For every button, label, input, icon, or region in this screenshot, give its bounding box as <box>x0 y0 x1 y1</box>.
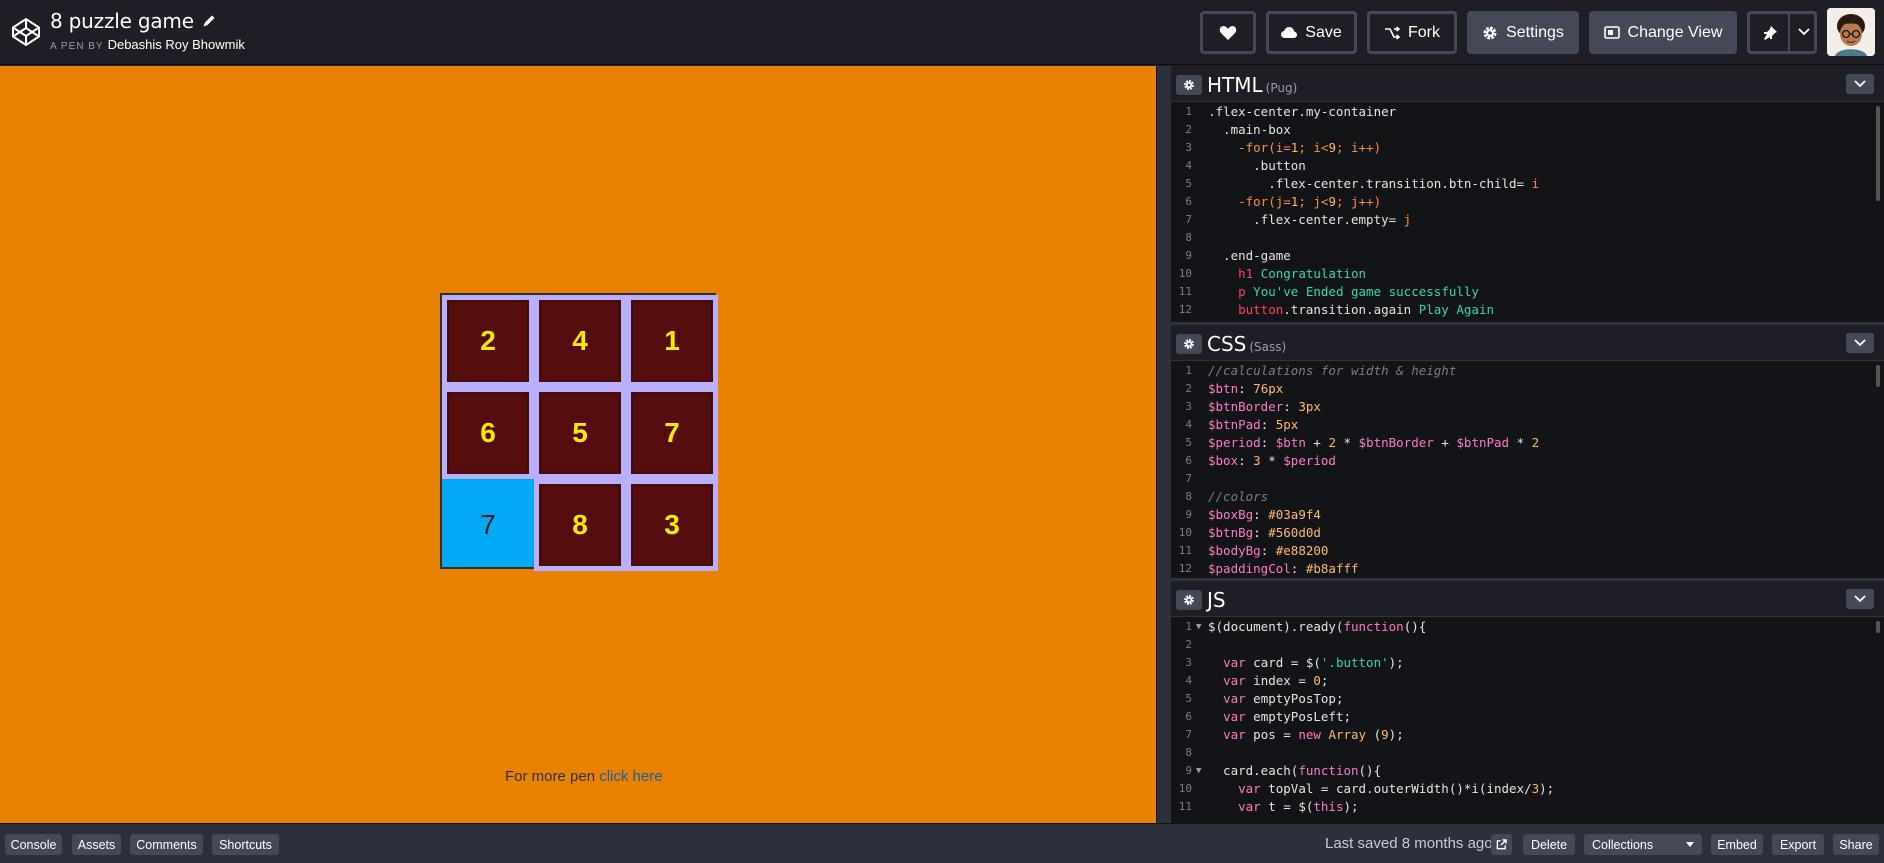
last-saved-text: Last saved 8 months ago <box>1325 835 1493 852</box>
fork-icon <box>1385 25 1400 40</box>
js-editor: JS 1 ▼ $(document).ready(function(){ 2 3 v… <box>1171 581 1884 823</box>
delete-button[interactable]: Delete <box>1523 834 1575 855</box>
puzzle-tile-number: 6 <box>447 392 529 474</box>
puzzle-tile[interactable]: 2 <box>442 295 534 387</box>
puzzle-empty-cell: 7 <box>480 509 496 540</box>
puzzle-tile-number: 2 <box>447 300 529 382</box>
change-view-button[interactable]: Change View <box>1589 11 1737 54</box>
chevron-down-icon <box>1854 80 1866 88</box>
embed-button[interactable]: Embed <box>1711 834 1763 855</box>
css-editor-menu-button[interactable] <box>1846 333 1874 353</box>
css-editor-preprocessor: (Sass) <box>1249 340 1287 354</box>
result-preview: 241657783 For more pen click here <box>0 66 1156 823</box>
layout-icon <box>1603 26 1620 39</box>
css-editor: CSS (Sass) 1//calculations for width & he… <box>1171 325 1884 578</box>
gear-icon <box>1184 339 1194 349</box>
chevron-down-icon <box>1854 339 1866 347</box>
open-external-button[interactable] <box>1491 834 1512 855</box>
puzzle-board: 241657783 <box>440 293 718 571</box>
gear-icon <box>1184 80 1194 90</box>
fork-label: Fork <box>1408 23 1440 41</box>
external-link-icon <box>1496 839 1507 850</box>
js-editor-title: JS <box>1207 588 1226 612</box>
preview-resize-handle[interactable] <box>1156 66 1171 823</box>
love-button[interactable] <box>1200 11 1256 54</box>
user-avatar[interactable] <box>1827 8 1875 56</box>
cloud-icon <box>1281 27 1298 38</box>
chevron-down-icon <box>1798 28 1810 36</box>
pen-title[interactable]: 8 puzzle game <box>50 9 194 33</box>
comments-button[interactable]: Comments <box>130 834 203 855</box>
js-scrollbar[interactable] <box>1876 621 1880 633</box>
console-button[interactable]: Console <box>5 834 62 855</box>
shortcuts-button[interactable]: Shortcuts <box>212 834 279 855</box>
fork-button[interactable]: Fork <box>1367 11 1457 54</box>
pin-icon <box>1764 25 1777 40</box>
gear-icon <box>1483 26 1497 39</box>
html-scrollbar[interactable] <box>1876 106 1880 201</box>
collections-label: Collections <box>1592 837 1654 852</box>
byline-prefix: A PEN BY <box>50 41 104 52</box>
click-here-link[interactable]: click here <box>599 768 662 785</box>
html-editor-title: HTML <box>1207 73 1263 97</box>
html-editor-header: HTML (Pug) <box>1171 66 1884 102</box>
more-pens-text: For more pen click here <box>505 768 663 785</box>
html-editor-menu-button[interactable] <box>1846 74 1874 94</box>
codepen-logo-icon[interactable] <box>10 16 42 48</box>
puzzle-tile-number: 7 <box>631 392 713 474</box>
puzzle-tile[interactable]: 5 <box>534 387 626 479</box>
html-editor: HTML (Pug) 1 .flex-center.my-container 2 .… <box>1171 66 1884 322</box>
js-settings-button[interactable] <box>1176 590 1202 610</box>
html-editor-preprocessor: (Pug) <box>1265 81 1298 95</box>
puzzle-tile[interactable]: 6 <box>442 387 534 479</box>
html-code[interactable]: 1 .flex-center.my-container 2 .main-box 3… <box>1171 103 1884 322</box>
css-code[interactable]: 1//calculations for width & height 2 $btn… <box>1171 362 1884 578</box>
heart-icon <box>1219 25 1237 40</box>
app-footer: Console Assets Comments Shortcuts Last s… <box>0 823 1884 863</box>
avatar-illustration-icon <box>1827 8 1875 56</box>
caret-down-icon <box>1686 842 1694 847</box>
puzzle-tile[interactable]: 3 <box>626 479 718 571</box>
save-label: Save <box>1305 23 1342 41</box>
puzzle-tile-number: 5 <box>539 392 621 474</box>
css-settings-button[interactable] <box>1176 334 1202 354</box>
editor-panel: HTML (Pug) 1 .flex-center.my-container 2 .… <box>1171 66 1884 823</box>
settings-label: Settings <box>1506 23 1564 41</box>
css-scrollbar[interactable] <box>1876 365 1880 387</box>
js-editor-header: JS <box>1171 581 1884 617</box>
puzzle-tile-number: 4 <box>539 300 621 382</box>
js-editor-menu-button[interactable] <box>1846 589 1874 609</box>
puzzle-tile[interactable]: 4 <box>534 295 626 387</box>
byline: A PEN BY Debashis Roy Bhowmik <box>50 37 245 52</box>
assets-button[interactable]: Assets <box>72 834 121 855</box>
pin-button[interactable] <box>1747 11 1817 54</box>
css-editor-header: CSS (Sass) <box>1171 325 1884 361</box>
share-button[interactable]: Share <box>1833 834 1879 855</box>
chevron-down-icon <box>1854 595 1866 603</box>
puzzle-tile[interactable]: 7 <box>626 387 718 479</box>
app-header: 8 puzzle game A PEN BY Debashis Roy Bhowm… <box>0 0 1884 65</box>
author-name[interactable]: Debashis Roy Bhowmik <box>108 37 245 52</box>
settings-button[interactable]: Settings <box>1467 11 1579 54</box>
js-code[interactable]: 1 ▼ $(document).ready(function(){ 2 3 var … <box>1171 618 1884 823</box>
change-view-label: Change View <box>1627 23 1723 41</box>
puzzle-tile[interactable]: 1 <box>626 295 718 387</box>
export-button[interactable]: Export <box>1772 834 1824 855</box>
css-editor-title: CSS <box>1207 332 1247 356</box>
puzzle-tile-number: 3 <box>631 484 713 566</box>
collections-dropdown[interactable]: Collections <box>1584 834 1702 855</box>
puzzle-tile[interactable]: 8 <box>534 479 626 571</box>
gear-icon <box>1184 595 1194 605</box>
save-button[interactable]: Save <box>1266 11 1357 54</box>
pen-title-area: 8 puzzle game A PEN BY Debashis Roy Bhowm… <box>50 9 245 52</box>
puzzle-tile-number: 1 <box>631 300 713 382</box>
edit-pencil-icon[interactable] <box>201 13 217 29</box>
html-settings-button[interactable] <box>1176 75 1202 95</box>
puzzle-tile-number: 8 <box>539 484 621 566</box>
